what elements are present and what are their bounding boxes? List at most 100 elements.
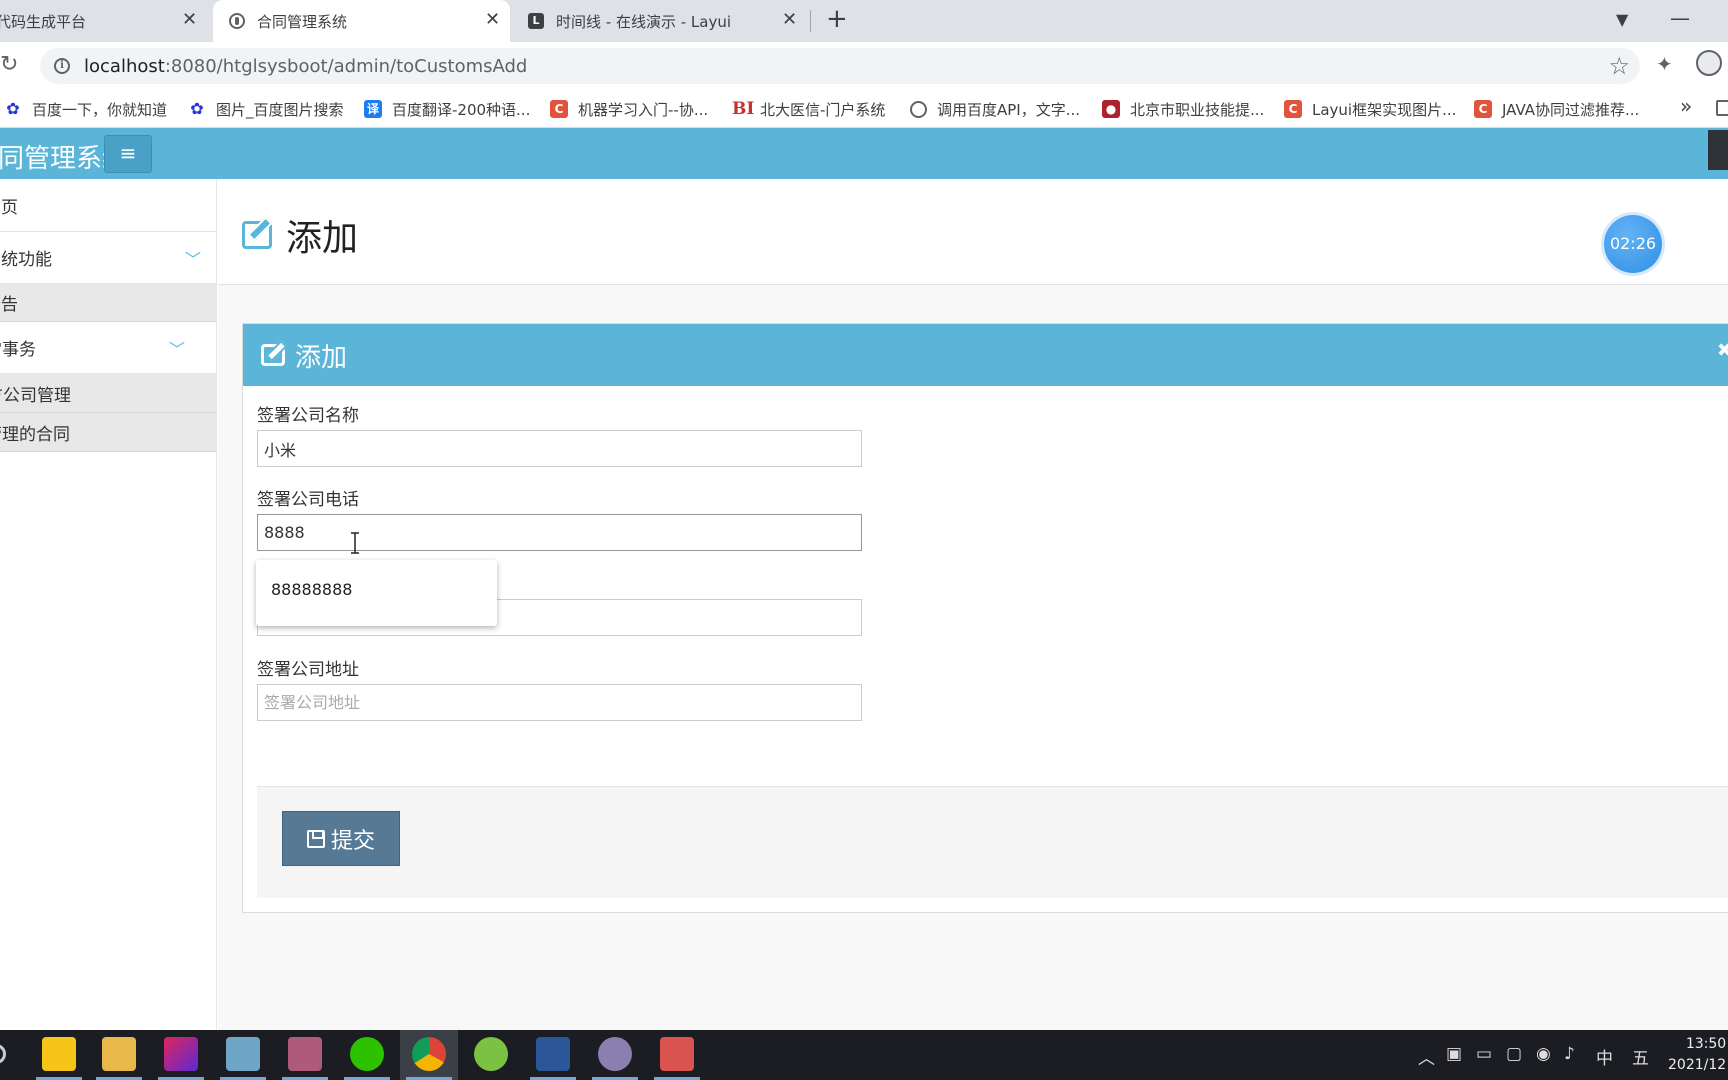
screen-recorder-icon[interactable] [660,1037,694,1071]
bi-icon: BI [732,99,755,119]
sidebar-item-label: 公告 [0,295,18,315]
bookmark-item[interactable]: C 机器学习入门--协... [550,98,708,120]
bookmark-item[interactable]: C JAVA协同过滤推荐... [1474,98,1639,120]
menu-icon: ≡ [119,141,137,165]
bookmark-item[interactable]: BI 北大医信-门户系统 [732,98,885,120]
tray-expand-icon[interactable]: ︿ [1418,1044,1435,1069]
info-icon[interactable]: i [54,58,70,74]
bookmark-item[interactable]: 译 百度翻译-200种语... [364,98,530,120]
sidebar-item-label: 首页 [0,197,18,218]
sidebar-item-label: 系统功能 [0,250,52,270]
layui-icon: L [528,13,544,29]
bookmark-label: 北京市职业技能提... [1130,100,1265,119]
tab-contract-system[interactable]: 合同管理系统 ✕ [213,0,510,42]
company-phone-label: 签署公司电话 [257,490,359,510]
sidebar-item-company-management[interactable]: 签署方公司管理 [0,374,217,413]
sidebar-item-my-contracts[interactable]: 我管理的合同 [0,413,217,452]
edit-icon [242,221,272,249]
close-icon[interactable]: ✕ [782,9,797,30]
company-address-input[interactable] [257,684,862,721]
url-host: localhost [84,55,165,77]
ime-mode-indicator[interactable]: 五 [1632,1044,1649,1069]
tab-layui-timeline[interactable]: L 时间线 - 在线演示 - Layui ✕ [512,0,807,42]
new-tab-button[interactable]: + [826,4,848,34]
save-icon [306,829,325,848]
bookmark-label: 北大医信-门户系统 [760,100,886,119]
close-icon[interactable]: ✖ [1717,340,1728,361]
notepad-icon[interactable] [226,1037,260,1071]
header-user-area[interactable] [1708,130,1728,170]
company-name-label: 签署公司名称 [257,406,359,426]
submit-label: 提交 [330,828,375,854]
volume-icon[interactable]: ♪ [1564,1044,1575,1064]
beijing-gov-icon: ● [1102,100,1120,118]
word-icon[interactable] [536,1037,570,1071]
company-name-input[interactable] [257,430,862,467]
sidebar-item-system[interactable]: 系统功能 ﹀ [0,232,217,284]
bookmark-item[interactable]: ● 北京市职业技能提... [1102,98,1264,120]
submit-button[interactable]: 提交 [282,811,400,866]
page-header: 添加 02:26 [218,179,1728,285]
vpn-leaf-icon[interactable] [474,1037,508,1071]
csdn-icon: C [550,100,568,118]
database-tool-icon[interactable] [288,1037,322,1071]
panel-title: 添加 [295,342,348,373]
sidebar-toggle-button[interactable]: ≡ [104,135,152,173]
sticky-notes-icon[interactable] [42,1037,76,1071]
minimize-button[interactable]: — [1670,6,1690,30]
sidebar-item-label: 我管理的合同 [0,424,70,445]
qq-icon[interactable]: ◉ [1536,1044,1551,1064]
bookmark-item[interactable]: ✿ 图片_百度图片搜索 [188,98,344,120]
page-title: 添加 [242,209,358,261]
bookmark-label: 图片_百度图片搜索 [216,100,344,119]
extensions-icon[interactable]: ✦ [1656,52,1673,76]
wechat-icon[interactable] [350,1037,384,1071]
globe-icon [910,100,927,118]
reload-icon[interactable]: ↻ [0,52,18,77]
bookmark-label: 调用百度API，文字... [937,100,1081,119]
browser-tab-strip: 代码生成平台 ✕ 合同管理系统 ✕ L 时间线 - 在线演示 - Layui ✕… [0,0,1728,42]
tab-code-generator[interactable]: 代码生成平台 ✕ [0,0,206,42]
sidebar-item-notice[interactable]: 公告 [0,284,217,322]
edit-icon [261,344,285,366]
network-icon[interactable]: ▢ [1506,1044,1522,1064]
avatar-app-icon[interactable] [598,1037,632,1071]
tab-separator [810,10,811,32]
panel-header: 添加 ✖ [243,324,1728,386]
sidebar-item-home[interactable]: 首页 [0,179,217,232]
text-cursor-icon [351,532,359,554]
file-explorer-icon[interactable] [102,1037,136,1071]
timer-badge[interactable]: 02:26 [1604,215,1662,273]
baidu-paw-icon: ✿ [6,99,20,118]
profile-avatar-icon[interactable] [1696,50,1722,76]
url-path: :8080/htglsysboot/admin/toCustomsAdd [164,55,528,77]
bookmark-label: 机器学习入门--协... [578,100,709,119]
bookmark-item[interactable]: ✿ 百度一下，你就知道 [4,98,167,120]
bookmark-item[interactable]: C Layui框架实现图片... [1284,98,1456,120]
chrome-icon[interactable] [412,1037,446,1071]
close-icon[interactable]: ✕ [485,9,500,30]
ime-indicator[interactable]: 中 [1596,1044,1613,1069]
bookmark-star-icon[interactable]: ☆ [1608,52,1630,80]
close-icon[interactable]: ✕ [182,9,197,30]
bookmarks-overflow-button[interactable]: » [1680,94,1692,118]
sidebar-item-label: 日常事务 [0,340,36,360]
reading-list-icon[interactable] [1716,100,1728,116]
autocomplete-option[interactable]: 88888888 [271,580,352,599]
search-icon[interactable] [0,1044,6,1064]
address-bar[interactable]: i localhost :8080/htglsysboot/admin/toCu… [40,48,1640,84]
bookmark-label: 百度一下，你就知道 [32,100,168,119]
sidebar-item-daily-affairs[interactable]: 日常事务 ﹀ [0,322,217,374]
taskbar-clock[interactable]: 13:50 2021/12 [1668,1034,1726,1076]
bookmark-item[interactable]: 调用百度API，文字... [910,98,1080,120]
csdn-icon: C [1284,100,1302,118]
bookmark-label: JAVA协同过滤推荐... [1502,100,1640,119]
company-address-label: 签署公司地址 [257,660,359,680]
intellij-icon[interactable] [164,1037,198,1071]
company-phone-input[interactable] [257,514,862,551]
clock-date: 2021/12 [1668,1057,1727,1073]
tab-search-icon[interactable]: ▼ [1616,10,1628,29]
battery-icon[interactable]: ▭ [1476,1044,1492,1064]
tab-title: 代码生成平台 [0,12,87,31]
tray-sync-icon[interactable]: ▣ [1446,1044,1462,1064]
